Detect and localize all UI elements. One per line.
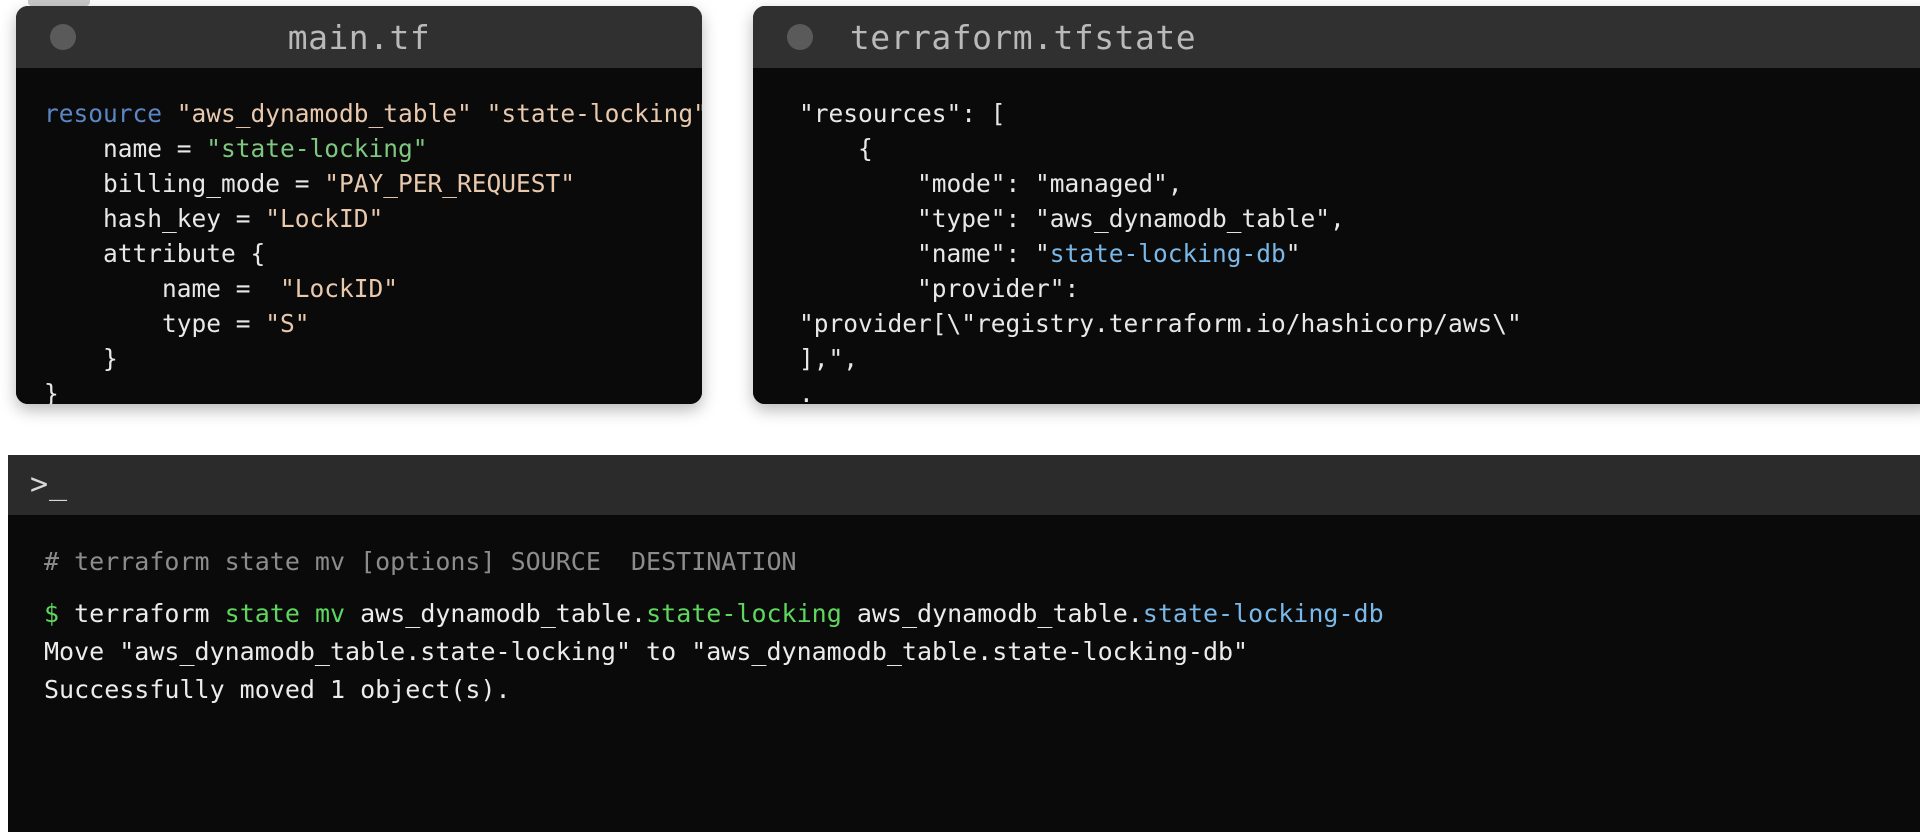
code-token: name = [44, 134, 207, 163]
code-token: hash_key = [44, 204, 266, 233]
terminal-token: $ [44, 599, 60, 628]
main-tf-line: attribute { [44, 236, 702, 271]
code-token: " [1285, 239, 1301, 268]
main-tf-line: billing_mode = "PAY_PER_REQUEST" [44, 166, 702, 201]
card-body-main-tf: resource "aws_dynamodb_table" "state-loc… [16, 68, 702, 404]
code-token: billing_mode = [44, 169, 325, 198]
code-block-main-tf: resource "aws_dynamodb_table" "state-loc… [44, 96, 702, 404]
main-tf-line: } [44, 376, 702, 404]
terminal-token: # terraform state mv [options] SOURCE DE… [44, 547, 797, 576]
code-token: "aws_dynamodb_table" [176, 99, 472, 128]
code-token: } [44, 379, 59, 404]
terminal-token: aws_dynamodb_table. [345, 599, 647, 628]
code-token: "S" [265, 309, 310, 338]
tfstate-line: "provider[\"registry.terraform.io/hashic… [799, 306, 1920, 341]
window-dot-icon [787, 24, 813, 50]
card-title-main-tf: main.tf [287, 17, 431, 57]
screenshot-root: main.tf resource "aws_dynamodb_table" "s… [0, 0, 1920, 832]
code-token: { [799, 134, 873, 163]
tfstate-line: "resources": [ [799, 96, 1920, 131]
window-dot-icon [50, 24, 76, 50]
code-token: state-locking-db [1049, 239, 1286, 268]
code-card-terraform-tfstate: terraform.tfstate "resources": [ { "mode… [753, 6, 1920, 404]
terminal-spacer [44, 581, 1920, 595]
code-token: "state-locking" [206, 134, 428, 163]
code-token: type = [44, 309, 266, 338]
main-tf-line: type = "S" [44, 306, 702, 341]
terminal-token: state-locking-db [1142, 599, 1384, 628]
terminal-token: Successfully moved 1 object(s). [44, 675, 511, 704]
terminal-output[interactable]: # terraform state mv [options] SOURCE DE… [8, 515, 1920, 709]
terminal-command-line: $ terraform state mv aws_dynamodb_table.… [44, 595, 1920, 633]
main-tf-line: resource "aws_dynamodb_table" "state-loc… [44, 96, 702, 131]
main-tf-line: } [44, 341, 702, 376]
tfstate-line: "type": "aws_dynamodb_table", [799, 201, 1920, 236]
card-titlebar-main-tf: main.tf [16, 6, 702, 68]
code-token: name = [44, 274, 281, 303]
code-block-tfstate: "resources": [ { "mode": "managed", "typ… [799, 96, 1920, 404]
card-body-tfstate: "resources": [ { "mode": "managed", "typ… [753, 68, 1920, 404]
code-token: } [44, 344, 118, 373]
terminal-output-line: Move "aws_dynamodb_table.state-locking" … [44, 633, 1920, 671]
code-token: . [799, 379, 814, 404]
tfstate-line: . [799, 376, 1920, 404]
terminal-output-line: Successfully moved 1 object(s). [44, 671, 1920, 709]
main-tf-line: name = "LockID" [44, 271, 702, 306]
code-token: resource [44, 99, 163, 128]
code-card-main-tf: main.tf resource "aws_dynamodb_table" "s… [16, 6, 702, 404]
code-token: "mode": "managed", [799, 169, 1183, 198]
main-tf-line: hash_key = "LockID" [44, 201, 702, 236]
main-tf-line: name = "state-locking" [44, 131, 702, 166]
code-token: "provider[\"registry.terraform.io/hashic… [799, 309, 1522, 338]
code-token: "provider": [799, 274, 1080, 303]
terminal-token: aws_dynamodb_table. [841, 599, 1143, 628]
card-titlebar-tfstate: terraform.tfstate [753, 6, 1920, 68]
card-title-tfstate: terraform.tfstate [849, 17, 1197, 57]
code-token: "type": "aws_dynamodb_table", [799, 204, 1345, 233]
terminal-panel: >_ # terraform state mv [options] SOURCE… [8, 455, 1920, 832]
terminal-titlebar: >_ [8, 455, 1920, 515]
tfstate-line: "provider": [799, 271, 1920, 306]
code-token: attribute { [44, 239, 266, 268]
terminal-comment-line: # terraform state mv [options] SOURCE DE… [44, 543, 1920, 581]
terminal-token: state-locking [646, 599, 842, 628]
code-token: "PAY_PER_REQUEST" [324, 169, 576, 198]
code-token: "LockID" [280, 274, 399, 303]
tfstate-line: "mode": "managed", [799, 166, 1920, 201]
code-token: "LockID" [265, 204, 384, 233]
tfstate-line: { [799, 131, 1920, 166]
code-token: ],", [799, 344, 859, 373]
terminal-token: state mv [224, 599, 346, 628]
tfstate-line: ],", [799, 341, 1920, 376]
code-token: "resources": [ [799, 99, 1006, 128]
code-token: "name": " [799, 239, 1050, 268]
terminal-token: Move "aws_dynamodb_table.state-locking" … [44, 637, 1249, 666]
terminal-prompt-icon: >_ [30, 467, 69, 502]
terminal-token: terraform [59, 599, 225, 628]
code-token: "state-locking" [486, 99, 702, 128]
tfstate-line: "name": "state-locking-db" [799, 236, 1920, 271]
